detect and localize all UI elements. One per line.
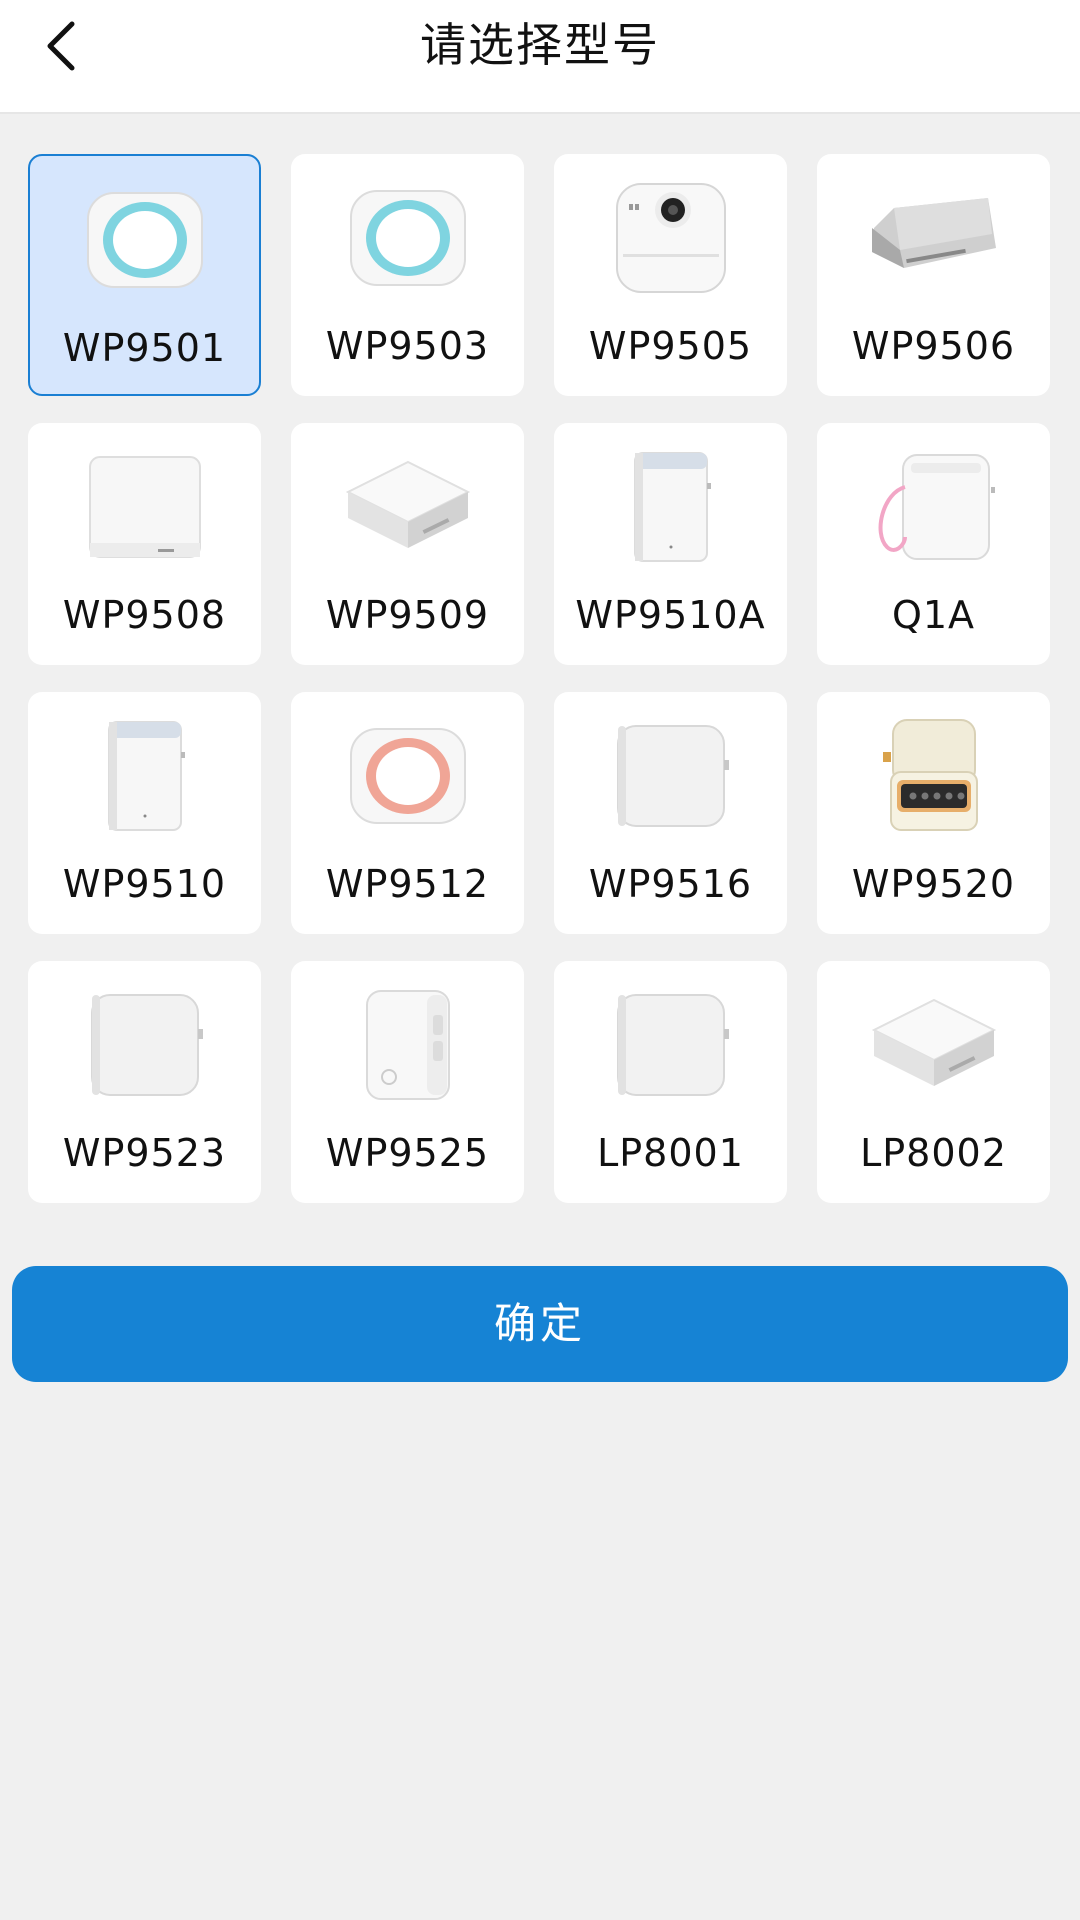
confirm-button[interactable]: 确定 [12, 1266, 1068, 1382]
model-label: WP9520 [851, 862, 1016, 906]
model-label: WP9510 [62, 862, 227, 906]
model-card[interactable]: WP9512 [291, 692, 524, 934]
model-label: WP9506 [851, 324, 1016, 368]
model-label: LP8001 [597, 1131, 744, 1175]
model-label: WP9516 [588, 862, 753, 906]
flat-gray-printer-icon [817, 172, 1050, 304]
model-card[interactable]: WP9505 [554, 154, 787, 396]
model-card[interactable]: LP8001 [554, 961, 787, 1203]
model-label: WP9525 [325, 1131, 490, 1175]
model-card[interactable]: WP9501 [28, 154, 261, 396]
model-label: Q1A [891, 593, 976, 637]
round-printer-blue-icon [30, 174, 259, 306]
label-printer-icon [291, 979, 524, 1111]
model-card[interactable]: WP9510 [28, 692, 261, 934]
model-card[interactable]: LP8002 [817, 961, 1050, 1203]
model-card[interactable]: WP9520 [817, 692, 1050, 934]
model-card[interactable]: WP9525 [291, 961, 524, 1203]
square-flat-printer-icon [817, 979, 1050, 1111]
model-label: WP9523 [62, 1131, 227, 1175]
model-label: WP9510A [575, 593, 766, 637]
model-label: WP9505 [588, 324, 753, 368]
white-box-printer-icon [28, 441, 261, 573]
model-card[interactable]: WP9503 [291, 154, 524, 396]
tall-printer-icon [554, 441, 787, 573]
round-printer-pink-icon [291, 710, 524, 842]
model-card[interactable]: WP9516 [554, 692, 787, 934]
tall-printer-icon [28, 710, 261, 842]
camera-printer-icon [554, 172, 787, 304]
model-card[interactable]: Q1A [817, 423, 1050, 665]
retro-printer-icon [817, 710, 1050, 842]
round-printer-blue-icon [291, 172, 524, 304]
model-label: WP9503 [325, 324, 490, 368]
model-card[interactable]: WP9508 [28, 423, 261, 665]
model-label: WP9508 [62, 593, 227, 637]
printer-with-strap-icon [817, 441, 1050, 573]
top-bar: 请选择型号 [0, 0, 1080, 114]
square-flat-printer-icon [291, 441, 524, 573]
model-label: LP8002 [860, 1131, 1007, 1175]
model-grid: WP9501 WP9503 WP9505 WP9506 WP9508 WP950… [28, 154, 1052, 1203]
rounded-cube-printer-icon [28, 979, 261, 1111]
back-button[interactable] [28, 14, 92, 78]
model-card[interactable]: WP9510A [554, 423, 787, 665]
model-card[interactable]: WP9509 [291, 423, 524, 665]
model-label: WP9512 [325, 862, 490, 906]
model-card[interactable]: WP9523 [28, 961, 261, 1203]
rounded-cube-printer-icon [554, 979, 787, 1111]
page-title: 请选择型号 [420, 18, 660, 72]
rounded-cube-printer-icon [554, 710, 787, 842]
chevron-left-icon [47, 21, 75, 71]
model-card[interactable]: WP9506 [817, 154, 1050, 396]
model-label: WP9501 [62, 326, 227, 370]
model-label: WP9509 [325, 593, 490, 637]
